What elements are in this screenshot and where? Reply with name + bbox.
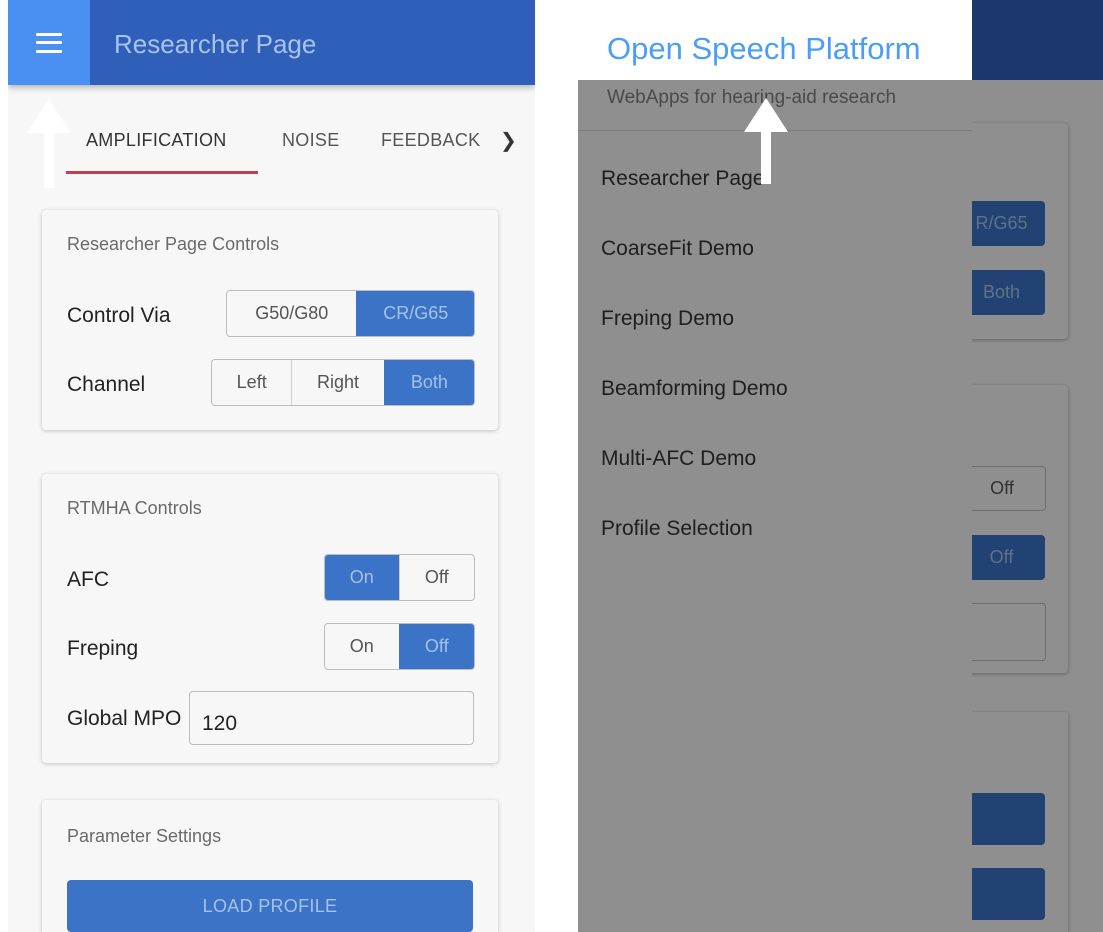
active-tab-indicator [66,171,258,174]
drawer-title: Open Speech Platform [607,31,921,66]
chevron-right-icon[interactable]: ❯ [500,128,517,153]
channel-label: Channel [67,373,146,396]
researcher-page-screen: Researcher Page AMPLIFICATION NOISE FEED… [8,0,535,932]
card-title: Parameter Settings [67,826,222,846]
page-title: Researcher Page [114,29,317,59]
parameter-settings-card: Parameter Settings LOAD PROFILE [42,800,498,932]
tab-feedback[interactable]: FEEDBACK [381,130,491,151]
channel-both-option[interactable]: Both [383,360,474,405]
control-via-toggle: G50/G80 CR/G65 [226,290,475,337]
afc-on-option[interactable]: On [325,555,399,600]
cr-g65-option[interactable]: CR/G65 [356,291,474,336]
rtmha-controls-card: RTMHA Controls AFC On Off Freping On Off… [42,474,498,763]
afc-label: AFC [67,568,109,591]
navigation-drawer-screen: R/G65 Both Off Off Open Speech Platform … [578,0,1103,932]
card-title: RTMHA Controls [67,498,202,518]
nav-item-beamforming-demo[interactable]: Beamforming Demo [601,377,788,401]
nav-item-multi-afc-demo[interactable]: Multi-AFC Demo [601,447,756,471]
up-arrow-icon [744,98,788,184]
app-bar: Researcher Page [8,0,535,85]
nav-item-freping-demo[interactable]: Freping Demo [601,307,734,331]
freping-on-option[interactable]: On [325,624,399,669]
channel-toggle: Left Right Both [211,359,475,406]
tab-noise[interactable]: NOISE [282,130,340,151]
nav-item-profile-selection[interactable]: Profile Selection [601,517,753,541]
card-title: Researcher Page Controls [67,234,280,254]
nav-item-coarsefit-demo[interactable]: CoarseFit Demo [601,237,754,261]
afc-toggle: On Off [324,554,475,601]
channel-right-option[interactable]: Right [291,360,383,405]
control-via-label: Control Via [67,304,171,327]
channel-left-option[interactable]: Left [212,360,291,405]
afc-off-option[interactable]: Off [398,555,475,600]
freping-off-option[interactable]: Off [398,624,474,669]
freping-label: Freping [67,637,139,660]
g50-g80-option[interactable]: G50/G80 [227,291,356,336]
nav-item-researcher-page[interactable]: Researcher Page [601,167,764,191]
menu-button[interactable] [8,0,90,85]
global-mpo-label: Global MPO [67,707,182,730]
load-profile-button[interactable]: LOAD PROFILE [67,880,473,932]
global-mpo-input[interactable]: 120 [189,691,474,745]
up-arrow-icon [27,99,71,188]
tab-bar: AMPLIFICATION NOISE FEEDBACK ❯ [8,118,535,176]
freping-toggle: On Off [324,623,475,670]
hamburger-icon [36,32,62,53]
researcher-controls-card: Researcher Page Controls Control Via G50… [42,210,498,430]
tab-amplification[interactable]: AMPLIFICATION [86,130,227,151]
